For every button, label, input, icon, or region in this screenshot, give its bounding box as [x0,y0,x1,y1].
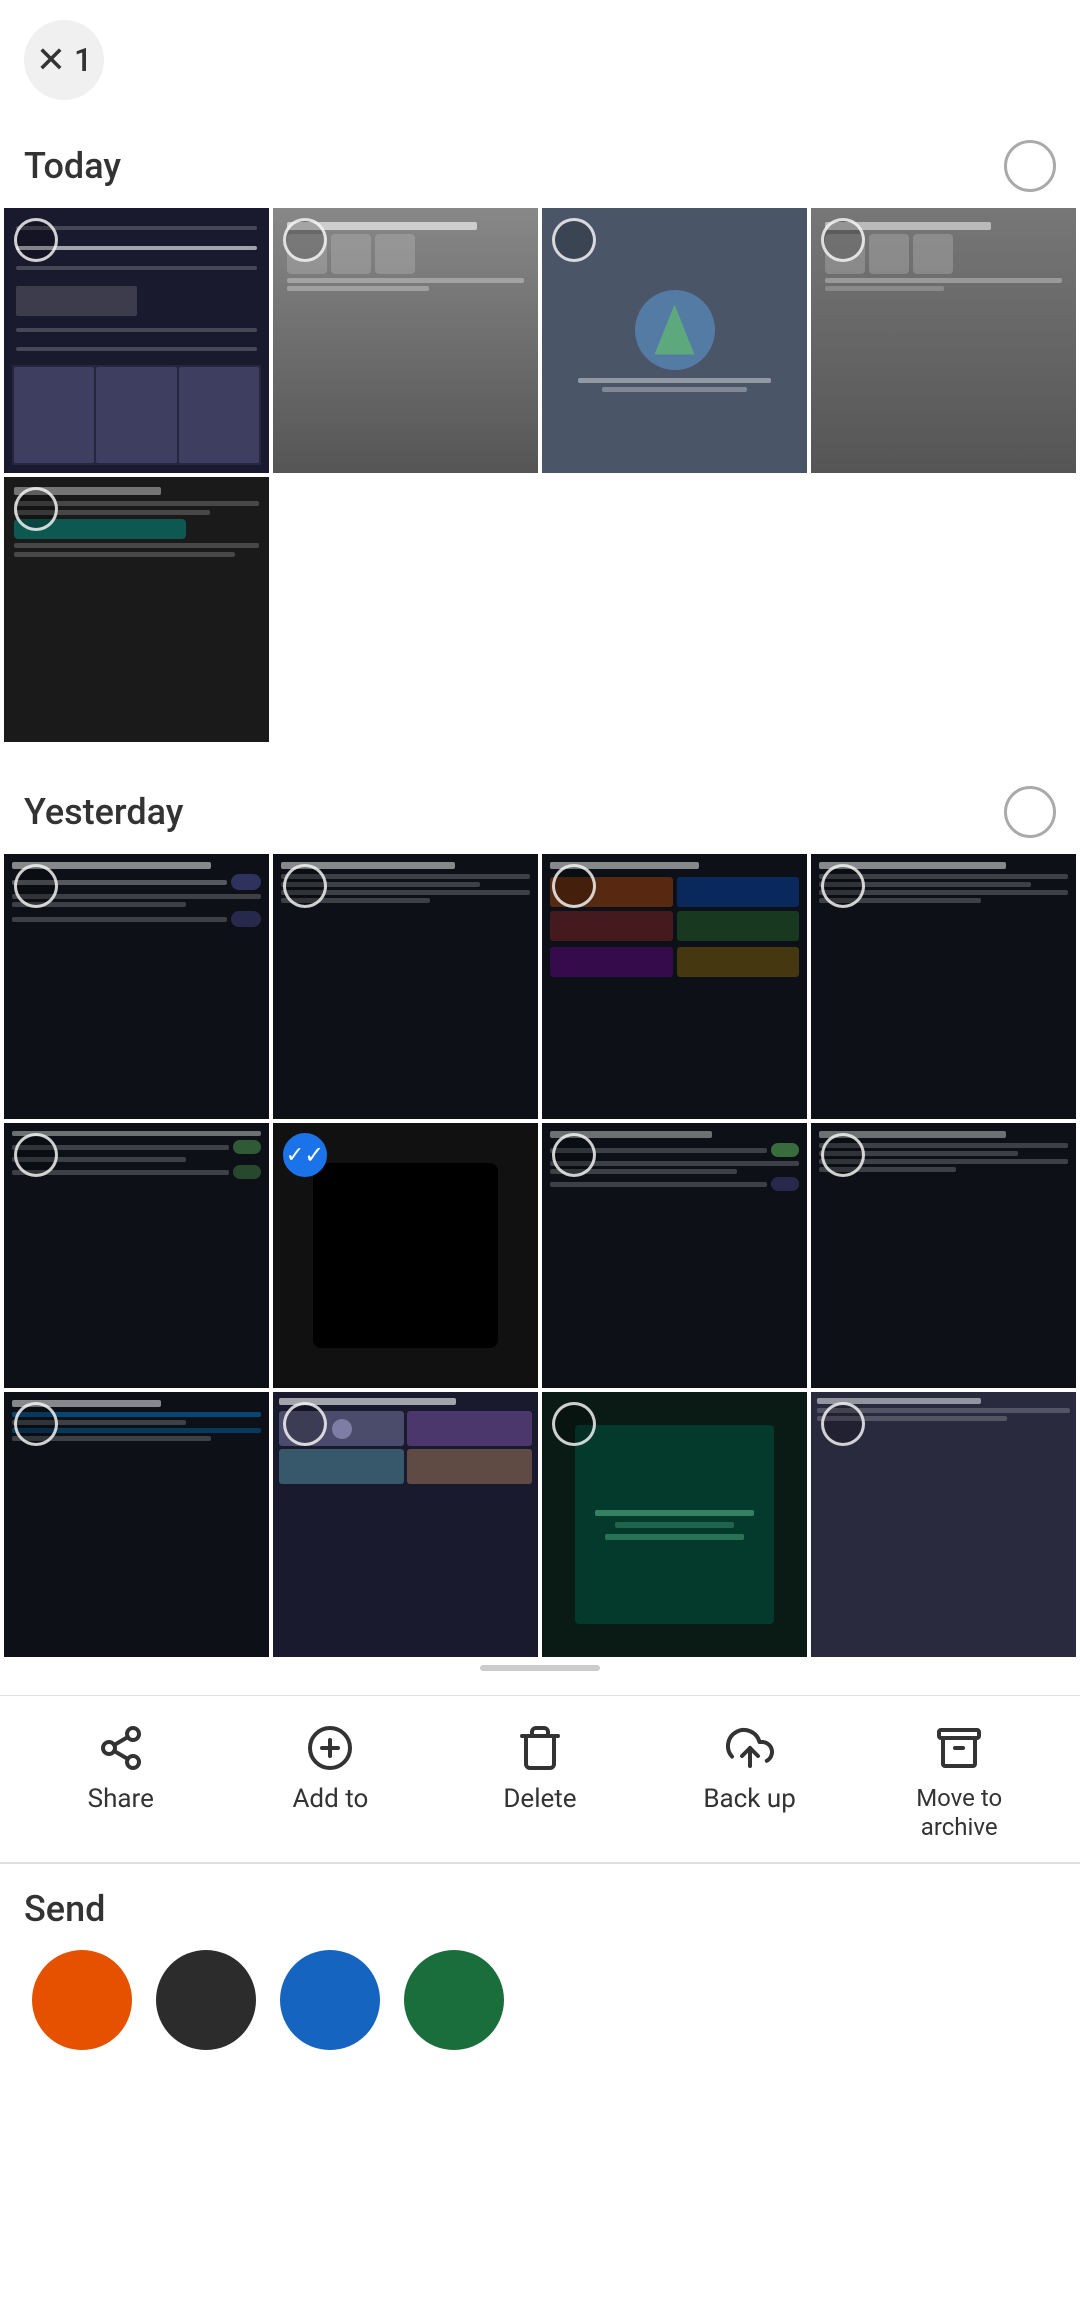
photo-item[interactable] [811,208,1076,473]
photo-item[interactable] [4,1392,269,1657]
photo-item[interactable] [273,854,538,1119]
yesterday-title: Yesterday [24,791,183,833]
yesterday-select-all[interactable] [1004,786,1056,838]
photo-item[interactable] [542,1123,807,1388]
delete-label: Delete [503,1784,576,1814]
photo-select-circle[interactable] [283,864,327,908]
backup-icon [722,1720,778,1776]
photo-item[interactable] [273,208,538,473]
photo-item[interactable] [273,1392,538,1657]
share-icon [93,1720,149,1776]
selected-count: 1 [74,41,92,79]
photo-select-circle[interactable] [14,487,58,531]
move-archive-label: Move toarchive [916,1784,1002,1842]
bottom-toolbar: Share Add to Delete Bac [0,1695,1080,1862]
photo-select-circle[interactable] [552,1402,596,1446]
header: ✕ 1 [0,0,1080,120]
send-avatars-row [24,1950,1056,2050]
send-section: Send [0,1864,1080,2074]
share-button[interactable]: Share [71,1720,171,1814]
photo-item[interactable]: ✓ [273,1123,538,1388]
add-to-button[interactable]: Add to [280,1720,380,1814]
photo-select-circle[interactable] [821,864,865,908]
photo-select-circle[interactable] [14,1133,58,1177]
scroll-bar [480,1665,600,1671]
photo-select-circle[interactable] [14,864,58,908]
today-title: Today [24,145,121,187]
scroll-indicator [0,1657,1080,1679]
photo-item[interactable] [811,1123,1076,1388]
move-archive-button[interactable]: Move toarchive [909,1720,1009,1842]
photo-select-circle[interactable] [821,1402,865,1446]
send-avatar[interactable] [32,1950,132,2050]
today-section-header: Today [0,120,1080,208]
photo-select-circle[interactable] [552,1133,596,1177]
today-photo-grid [0,208,1080,742]
delete-button[interactable]: Delete [490,1720,590,1814]
photo-select-circle[interactable] [283,218,327,262]
photo-item[interactable] [4,477,269,742]
photo-select-circle[interactable] [552,218,596,262]
close-button[interactable]: ✕ 1 [24,20,104,100]
archive-icon [931,1720,987,1776]
photo-item[interactable] [542,1392,807,1657]
photo-item[interactable] [4,208,269,473]
photo-item[interactable] [4,854,269,1119]
yesterday-section-header: Yesterday [0,766,1080,854]
photo-select-circle[interactable] [14,218,58,262]
photo-select-circle[interactable] [821,1133,865,1177]
send-avatar[interactable] [156,1950,256,2050]
yesterday-photo-grid: ✓ [0,854,1080,1657]
photo-item[interactable] [542,208,807,473]
send-avatar[interactable] [404,1950,504,2050]
send-title: Send [24,1888,1056,1930]
photo-select-circle[interactable]: ✓ [283,1133,327,1177]
delete-icon [512,1720,568,1776]
photo-select-circle[interactable] [821,218,865,262]
send-avatar[interactable] [280,1950,380,2050]
close-icon: ✕ [36,39,66,81]
photo-item[interactable] [4,1123,269,1388]
add-to-label: Add to [292,1784,368,1814]
add-icon [302,1720,358,1776]
share-label: Share [88,1784,154,1814]
backup-button[interactable]: Back up [700,1720,800,1814]
photo-select-circle[interactable] [283,1402,327,1446]
photo-item[interactable] [811,1392,1076,1657]
backup-label: Back up [703,1784,796,1814]
today-select-all[interactable] [1004,140,1056,192]
photo-select-circle[interactable] [14,1402,58,1446]
photo-item[interactable] [542,854,807,1119]
photo-select-circle[interactable] [552,864,596,908]
photo-item[interactable] [811,854,1076,1119]
